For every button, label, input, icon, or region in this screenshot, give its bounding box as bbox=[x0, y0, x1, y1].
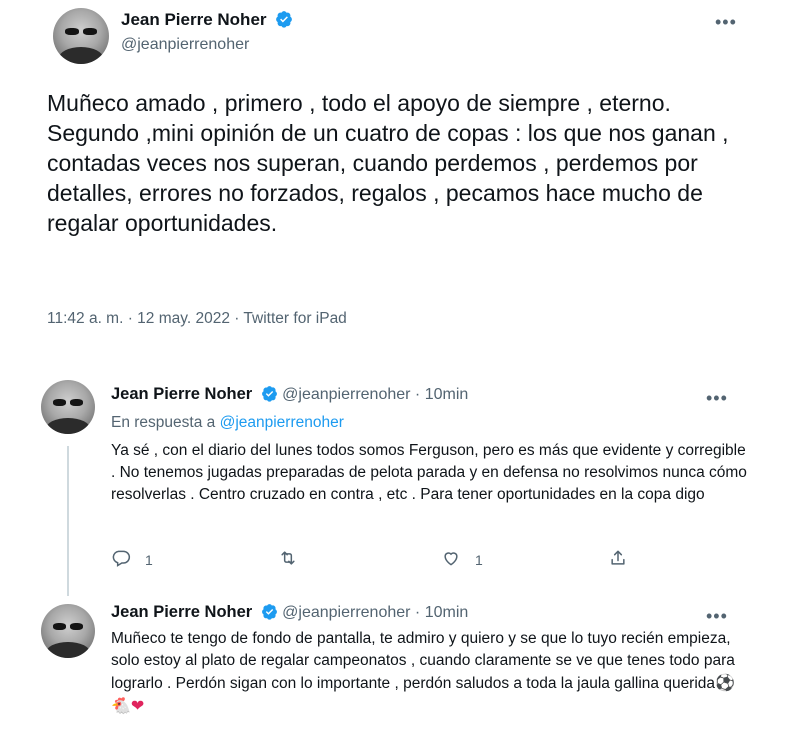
reply-to-label: En respuesta a bbox=[111, 414, 216, 431]
more-icon[interactable]: ••• bbox=[706, 388, 728, 409]
reply1-time[interactable]: · 10min bbox=[415, 386, 468, 403]
more-icon[interactable]: ••• bbox=[715, 12, 737, 33]
retweet-button[interactable] bbox=[278, 548, 312, 571]
shirt-graphic bbox=[46, 417, 90, 434]
main-author-handle[interactable]: @jeanpierrenoher bbox=[121, 36, 249, 54]
reply1-author-name[interactable]: Jean Pierre Noher bbox=[111, 385, 252, 403]
shirt-graphic bbox=[58, 47, 104, 64]
reply2-header: Jean Pierre Noher @jeanpierrenoher · 10m… bbox=[111, 603, 468, 625]
main-avatar[interactable] bbox=[53, 8, 109, 64]
shirt-graphic bbox=[46, 641, 90, 658]
sunglasses-graphic bbox=[52, 623, 84, 631]
thread-connector-line bbox=[67, 446, 69, 596]
sunglasses-graphic bbox=[52, 399, 84, 407]
reply1-avatar[interactable] bbox=[41, 380, 95, 434]
verified-badge-icon bbox=[261, 603, 278, 625]
like-icon bbox=[441, 548, 461, 571]
reply1-text: Ya sé , con el diario del lunes todos so… bbox=[111, 442, 747, 503]
soccer-ball-emoji: ⚽ bbox=[715, 673, 735, 692]
share-icon bbox=[608, 548, 628, 571]
verified-badge-icon bbox=[275, 10, 293, 33]
verified-badge-icon bbox=[261, 385, 278, 407]
reply2-time[interactable]: · 10min bbox=[415, 604, 468, 621]
main-author-name-row: Jean Pierre Noher bbox=[121, 10, 293, 33]
retweet-icon bbox=[278, 548, 298, 571]
reply1-action-bar: 1 1 bbox=[111, 548, 631, 578]
reply-count: 1 bbox=[145, 551, 153, 568]
like-button[interactable]: 1 bbox=[441, 548, 483, 571]
reply2-text-block: Muñeco te tengo de fondo de pantalla, te… bbox=[111, 628, 751, 718]
reply-to-handle-link[interactable]: @jeanpierrenoher bbox=[220, 414, 344, 431]
reply2-avatar[interactable] bbox=[41, 604, 95, 658]
reply2-author-handle[interactable]: @jeanpierrenoher bbox=[282, 604, 410, 621]
more-icon[interactable]: ••• bbox=[706, 606, 728, 627]
heart-emoji: ❤ bbox=[130, 696, 145, 715]
reply1-author-handle[interactable]: @jeanpierrenoher bbox=[282, 386, 410, 403]
reply-button[interactable]: 1 bbox=[111, 548, 153, 571]
main-tweet-text: Muñeco amado , primero , todo el apoyo d… bbox=[47, 90, 729, 236]
sunglasses-graphic bbox=[65, 28, 98, 35]
main-author-name[interactable]: Jean Pierre Noher bbox=[121, 10, 267, 29]
share-button[interactable] bbox=[608, 548, 628, 571]
reply-icon bbox=[111, 548, 131, 571]
reply-to-line: En respuesta a @jeanpierrenoher bbox=[111, 414, 344, 432]
reply1-header: Jean Pierre Noher @jeanpierrenoher · 10m… bbox=[111, 385, 468, 407]
reply2-author-name[interactable]: Jean Pierre Noher bbox=[111, 603, 252, 621]
like-count: 1 bbox=[475, 551, 483, 568]
reply2-text: Muñeco te tengo de fondo de pantalla, te… bbox=[111, 630, 735, 692]
chicken-emoji: 🐔 bbox=[111, 696, 131, 715]
tweet-timestamp[interactable]: 11:42 a. m. · 12 may. 2022 · Twitter for… bbox=[47, 310, 347, 328]
